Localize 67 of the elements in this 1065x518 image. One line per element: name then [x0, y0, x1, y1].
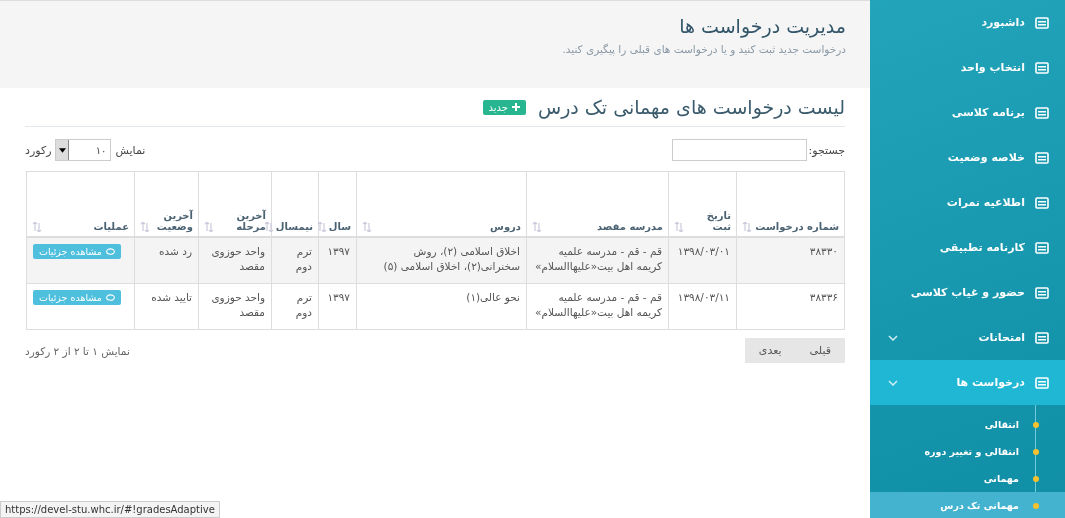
table-cell: تایید شده	[151, 291, 192, 303]
column-header[interactable]: نیمسال	[275, 221, 313, 232]
page-title: مدیریت درخواست ها	[678, 14, 846, 37]
column-header[interactable]: سال	[328, 221, 351, 232]
chevron-down-icon[interactable]	[888, 379, 898, 386]
menu-item-icon	[1035, 241, 1049, 254]
menu-item-icon	[1035, 106, 1049, 119]
bullet-dot-icon	[1033, 475, 1039, 482]
status-url: https://devel-stu.whc.ir/#!gradesAdaptive	[0, 501, 220, 518]
sidebar-item[interactable]: خلاصه وضعیت	[870, 135, 1065, 180]
submenu-item[interactable]: مهمانی	[870, 465, 1065, 492]
table-cell: ۱۳۹۸/۰۳/۰۱	[677, 245, 730, 257]
show-label: نمایش	[115, 143, 146, 157]
sidebar-item[interactable]: حضور و غیاب کلاسی	[870, 270, 1065, 315]
comment-icon	[105, 247, 115, 256]
table-cell: ۱۳۹۷	[327, 245, 350, 257]
page-subtitle: درخواست جدید ثبت کنید و یا درخواست های قبلی را پیگیری کنید.	[561, 43, 846, 55]
sidebar-item[interactable]: انتخاب واحد	[870, 45, 1065, 90]
table-cell: قم - قم - مدرسه علمیه کریمه اهل بیت«علیهاالسلام»	[535, 245, 662, 273]
caret-icon	[58, 147, 66, 153]
menu-item-icon	[1035, 196, 1049, 209]
menu-item-icon	[1035, 331, 1049, 344]
sidebar-item[interactable]: درخواست ها	[870, 360, 1065, 405]
chevron-down-icon[interactable]	[888, 334, 898, 341]
table-cell: رد شده	[159, 245, 192, 257]
new-button[interactable]: جدید	[482, 99, 526, 115]
bullet-dot-icon	[1033, 448, 1039, 455]
page-size-select[interactable]: ۱۰	[55, 139, 112, 161]
records-label: رکورد	[25, 143, 52, 157]
details-button[interactable]: مشاهده جزئیات	[33, 244, 121, 259]
table-cell: ترم دوم	[295, 245, 312, 273]
details-button[interactable]: مشاهده جزئیات	[33, 290, 121, 305]
table-cell: ترم دوم	[295, 291, 312, 319]
bullet-dot-icon	[1033, 502, 1039, 509]
table-cell: واحد حوزوی مقصد	[211, 291, 265, 319]
table-cell: قم - قم - مدرسه علمیه کریمه اهل بیت«علیهاالسلام»	[535, 291, 662, 319]
menu-item-icon	[1035, 151, 1049, 164]
sidebar-item[interactable]: برنامه کلاسی	[870, 90, 1065, 135]
table-cell: اخلاق اسلامی (۲)، روش سخنرانی(۲)، اخلاق اسلامی (۵)	[383, 245, 520, 273]
column-header[interactable]: دروس	[490, 221, 521, 232]
menu-item-icon	[1035, 286, 1049, 299]
table-cell: ۱۳۹۷	[327, 291, 350, 303]
submenu-item[interactable]: مهمانی تک درس	[870, 492, 1065, 518]
menu-item-icon	[1035, 376, 1049, 389]
sidebar-item[interactable]: داشبورد	[870, 0, 1065, 45]
column-header[interactable]: شماره درخواست	[755, 221, 839, 232]
table-cell: ۳۸۳۳۰	[809, 245, 838, 257]
column-header[interactable]: مدرسه مقصد	[596, 221, 663, 232]
comment-icon	[105, 293, 115, 302]
table-cell: ۱۳۹۸/۰۳/۱۱	[677, 291, 730, 303]
menu-item-icon	[1035, 61, 1049, 74]
plus-icon	[512, 103, 520, 111]
table-cell: نحو عالی(۱)	[466, 291, 520, 303]
table-info: نمایش ۱ تا ۲ از ۲ رکورد	[25, 344, 130, 357]
submenu-item[interactable]: انتقالی	[870, 411, 1065, 438]
submenu-item[interactable]: انتقالی و تغییر دوره	[870, 438, 1065, 465]
sidebar-item[interactable]: امتحانات	[870, 315, 1065, 360]
sidebar-item[interactable]: کارنامه تطبیقی	[870, 225, 1065, 270]
panel-title: لیست درخواست های مهمانی تک درس	[538, 96, 845, 118]
table-cell: ۳۸۳۳۶	[809, 291, 838, 303]
search-field[interactable]	[671, 139, 807, 161]
column-header[interactable]: عملیات	[93, 221, 129, 232]
menu-item-icon	[1035, 16, 1049, 29]
sidebar-item[interactable]: اطلاعیه نمرات	[870, 180, 1065, 225]
table-cell: واحد حوزوی مقصد	[211, 245, 265, 273]
search-label: جستجو:	[808, 143, 845, 157]
bullet-dot-icon	[1033, 421, 1039, 428]
